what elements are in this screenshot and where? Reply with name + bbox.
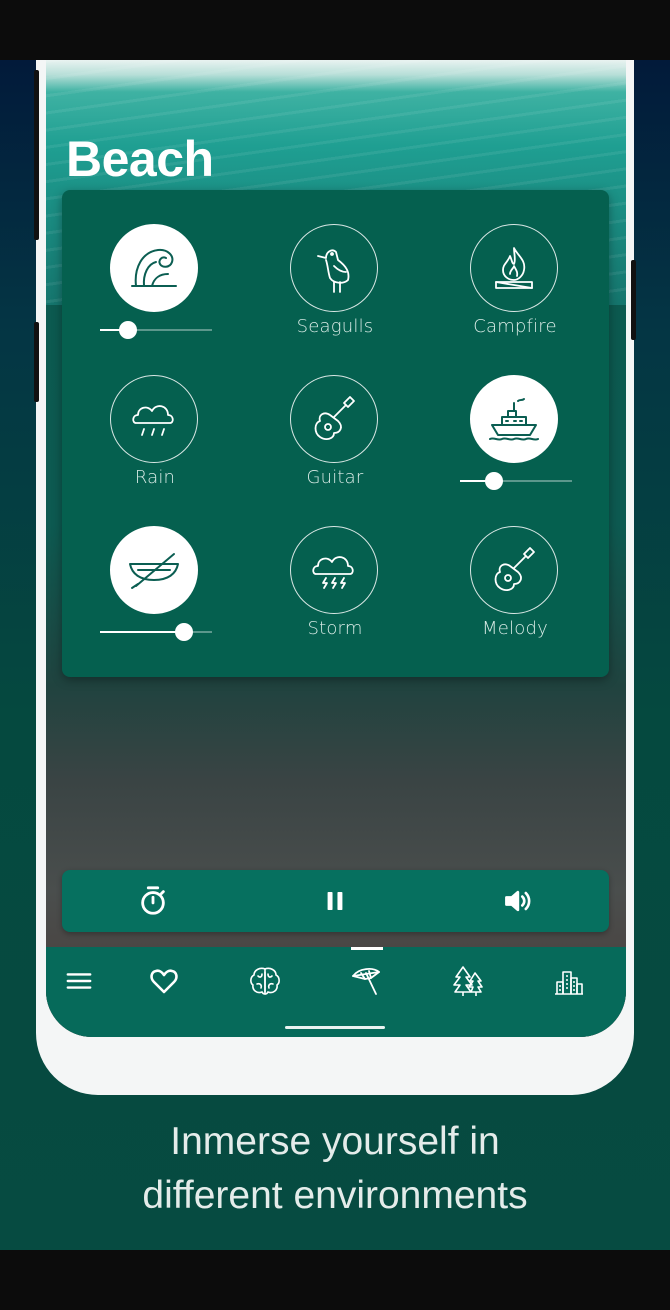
phone-power-button	[631, 260, 636, 340]
sound-label: Seagulls	[296, 316, 374, 337]
tagline-line-1: Inmerse yourself in	[170, 1120, 500, 1163]
app-screen: Beach Seagulls Campfire Rain Guitar Stor…	[46, 60, 626, 1037]
phone-side-button	[34, 322, 39, 402]
campfire-icon	[495, 247, 533, 289]
slider-knob[interactable]	[119, 321, 137, 339]
phone-side-button	[34, 70, 39, 240]
promo-tagline: Inmerse yourself in different environmen…	[0, 1115, 670, 1223]
sound-rowboat[interactable]	[80, 526, 230, 676]
menu-icon	[66, 973, 92, 989]
sound-melody[interactable]: Melody	[440, 526, 590, 676]
slider-knob[interactable]	[175, 623, 193, 641]
pause-icon	[327, 891, 343, 911]
phone-frame: Beach Seagulls Campfire Rain Guitar Stor…	[34, 60, 636, 1095]
sound-label: Rain	[134, 467, 176, 488]
home-indicator	[285, 1026, 385, 1029]
city-icon	[555, 971, 583, 995]
player-controls	[62, 870, 609, 932]
storm-cloud-icon	[312, 556, 354, 589]
sound-toggle[interactable]	[110, 375, 198, 463]
brain-icon	[250, 967, 280, 995]
sound-rain[interactable]: Rain	[80, 375, 230, 525]
volume-slider[interactable]	[100, 321, 212, 339]
ship-icon	[489, 398, 539, 441]
sound-campfire[interactable]: Campfire	[440, 224, 590, 374]
nav-forest[interactable]	[448, 961, 488, 1001]
rain-cloud-icon	[132, 405, 174, 436]
sound-toggle[interactable]	[110, 224, 198, 312]
slider-knob[interactable]	[484, 472, 503, 490]
guitar-icon	[494, 547, 535, 591]
sound-label: Campfire	[473, 316, 557, 337]
tagline-line-2: different environments	[142, 1174, 528, 1217]
nav-beach[interactable]	[346, 961, 386, 1001]
sound-toggle[interactable]	[290, 224, 378, 312]
sound-waves[interactable]	[80, 224, 230, 374]
pause-button[interactable]	[318, 884, 352, 918]
nav-focus[interactable]	[245, 961, 285, 1001]
bottom-nav	[46, 947, 626, 1037]
nav-city[interactable]	[549, 961, 589, 1001]
trees-icon	[453, 966, 483, 996]
slider-fill	[100, 631, 184, 633]
rowboat-icon	[129, 553, 179, 589]
volume-slider[interactable]	[100, 623, 212, 641]
volume-slider[interactable]	[460, 472, 572, 490]
nav-favorites[interactable]	[144, 961, 184, 1001]
sound-toggle[interactable]	[470, 224, 558, 312]
sound-storm[interactable]: Storm	[260, 526, 410, 676]
sound-label: Storm	[307, 618, 363, 639]
timer-button[interactable]	[136, 884, 170, 918]
sound-ship[interactable]	[440, 375, 590, 525]
volume-icon	[505, 890, 531, 912]
heart-icon	[150, 969, 178, 994]
sound-toggle[interactable]	[290, 526, 378, 614]
nav-menu[interactable]	[59, 961, 99, 1001]
sound-guitar[interactable]: Guitar	[260, 375, 410, 525]
sound-label: Guitar	[306, 467, 364, 488]
sound-toggle[interactable]	[290, 375, 378, 463]
sound-toggle[interactable]	[110, 526, 198, 614]
seagull-icon	[317, 249, 350, 293]
sound-toggle[interactable]	[470, 375, 558, 463]
wave-icon	[131, 248, 177, 287]
beach-umbrella-icon	[352, 968, 380, 995]
guitar-icon	[314, 396, 355, 440]
sound-toggle[interactable]	[470, 526, 558, 614]
timer-icon	[141, 886, 165, 915]
volume-button[interactable]	[500, 884, 534, 918]
sound-seagulls[interactable]: Seagulls	[260, 224, 410, 374]
page-title: Beach	[66, 131, 214, 187]
sound-label: Melody	[482, 618, 548, 639]
sounds-panel: Seagulls Campfire Rain Guitar Storm Melo…	[62, 190, 609, 677]
selected-tab-indicator	[351, 947, 383, 950]
